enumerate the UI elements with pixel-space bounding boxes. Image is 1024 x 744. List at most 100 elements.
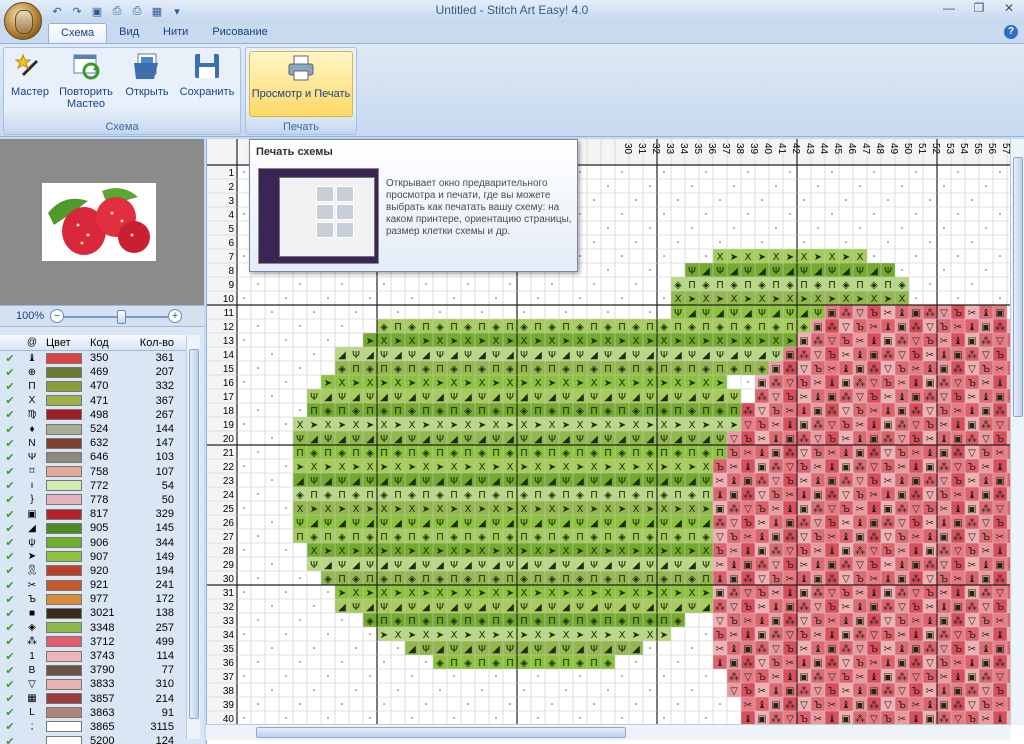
check-icon[interactable]: ✔	[2, 692, 18, 706]
check-icon[interactable]: ✔	[2, 507, 18, 521]
wizard-button[interactable]: Мастер	[8, 50, 52, 116]
color-swatch[interactable]	[46, 663, 82, 677]
check-icon[interactable]: ✔	[2, 734, 18, 744]
check-icon[interactable]: ✔	[2, 635, 18, 649]
table-row[interactable]: ✔ 5200 124	[0, 734, 186, 744]
color-swatch[interactable]	[46, 706, 82, 720]
zoom-slider[interactable]	[64, 316, 168, 318]
table-row[interactable]: ✔ ▽ 3833 310	[0, 677, 186, 691]
table-row[interactable]: ✔ ⊕ 469 207	[0, 365, 186, 379]
repeat-wizard-button[interactable]: Повторить Мастео	[56, 50, 116, 116]
tab-schema[interactable]: Схема	[48, 23, 108, 43]
table-row[interactable]: ✔ ♍ 498 267	[0, 408, 186, 422]
color-swatch[interactable]	[46, 450, 82, 464]
color-swatch[interactable]	[46, 535, 82, 549]
tab-view[interactable]: Вид	[107, 23, 151, 43]
maximize-button[interactable]: ❐	[968, 1, 990, 17]
table-row[interactable]: ✔ N 632 147	[0, 436, 186, 450]
open-button[interactable]: Открыть	[122, 50, 172, 116]
color-swatch[interactable]	[46, 692, 82, 706]
check-icon[interactable]: ✔	[2, 465, 18, 479]
check-icon[interactable]: ✔	[2, 436, 18, 450]
close-button[interactable]: ✕	[998, 1, 1020, 17]
header-symbol[interactable]: @	[22, 335, 42, 350]
scrollbar-thumb[interactable]	[1013, 157, 1023, 417]
check-icon[interactable]: ✔	[2, 578, 18, 592]
color-swatch[interactable]	[46, 479, 82, 493]
chart-horizontal-scrollbar[interactable]	[206, 724, 1011, 740]
table-row[interactable]: ✔ Ъ 977 172	[0, 592, 186, 606]
color-swatch[interactable]	[46, 436, 82, 450]
zoom-in-button[interactable]: +	[168, 309, 182, 323]
color-table-scrollbar[interactable]	[186, 335, 200, 739]
help-icon[interactable]: ?	[1004, 25, 1018, 39]
tab-drawing[interactable]: Рисование	[200, 23, 279, 43]
color-swatch[interactable]	[46, 422, 82, 436]
table-row[interactable]: ✔ ψ 906 344	[0, 535, 186, 550]
table-row[interactable]: ✔ П 470 332	[0, 379, 186, 393]
check-icon[interactable]: ✔	[2, 720, 18, 734]
color-swatch[interactable]	[46, 507, 82, 521]
check-icon[interactable]: ✔	[2, 493, 18, 507]
preview-print-button[interactable]: Просмотр и Печать	[249, 51, 353, 117]
table-row[interactable]: ✔ ◈ 3348 257	[0, 621, 186, 635]
minimize-button[interactable]: —	[938, 1, 960, 17]
color-swatch[interactable]	[46, 734, 82, 744]
color-swatch[interactable]	[46, 649, 82, 663]
table-row[interactable]: ✔ ■ 3021 138	[0, 606, 186, 620]
check-icon[interactable]: ✔	[2, 550, 18, 564]
zoom-out-button[interactable]: −	[50, 309, 64, 323]
check-icon[interactable]: ✔	[2, 450, 18, 464]
color-swatch[interactable]	[46, 592, 82, 606]
scrollbar-thumb[interactable]	[189, 349, 199, 719]
color-swatch[interactable]	[46, 578, 82, 592]
table-row[interactable]: ✔ B 3790 77	[0, 663, 186, 677]
check-icon[interactable]: ✔	[2, 621, 18, 635]
save-button[interactable]: Сохранить	[178, 50, 236, 116]
color-swatch[interactable]	[46, 351, 82, 365]
zoom-slider-thumb[interactable]	[117, 310, 127, 324]
check-icon[interactable]: ✔	[2, 351, 18, 365]
color-swatch[interactable]	[46, 394, 82, 408]
table-row[interactable]: ✔ ♝ 350 361	[0, 351, 186, 365]
table-row[interactable]: ✔ 🎗 920 194	[0, 564, 186, 578]
table-row[interactable]: ✔ ♦ 524 144	[0, 422, 186, 436]
check-icon[interactable]: ✔	[2, 379, 18, 393]
header-color[interactable]: Цвет	[46, 335, 82, 350]
color-swatch[interactable]	[46, 365, 82, 379]
table-row[interactable]: ✔} 778 50	[0, 493, 186, 507]
table-row[interactable]: ✔ L 3863 91	[0, 706, 186, 720]
check-icon[interactable]: ✔	[2, 479, 18, 493]
check-icon[interactable]: ✔	[2, 649, 18, 663]
tab-threads[interactable]: Нити	[151, 23, 200, 43]
color-swatch[interactable]	[46, 621, 82, 635]
app-menu-button[interactable]	[4, 2, 42, 40]
check-icon[interactable]: ✔	[2, 592, 18, 606]
table-row[interactable]: ✔ 1 3743 114	[0, 649, 186, 663]
scrollbar-thumb[interactable]	[256, 727, 626, 738]
check-icon[interactable]: ✔	[2, 564, 18, 578]
check-icon[interactable]: ✔	[2, 521, 18, 535]
table-row[interactable]: ✔ ⁂ 3712 499	[0, 635, 186, 649]
color-swatch[interactable]	[46, 465, 82, 479]
table-row[interactable]: ✔ ⌑ 758 107	[0, 465, 186, 479]
check-icon[interactable]: ✔	[2, 606, 18, 620]
check-icon[interactable]: ✔	[2, 394, 18, 408]
check-icon[interactable]: ✔	[2, 365, 18, 379]
header-code[interactable]: Код	[86, 335, 126, 350]
color-swatch[interactable]	[46, 677, 82, 691]
color-swatch[interactable]	[46, 408, 82, 422]
check-icon[interactable]: ✔	[2, 535, 18, 549]
color-swatch[interactable]	[46, 720, 82, 734]
chart-vertical-scrollbar[interactable]	[1010, 139, 1024, 725]
table-row[interactable]: ✔ ◢ 905 145	[0, 521, 186, 535]
color-swatch[interactable]	[46, 564, 82, 578]
color-swatch[interactable]	[46, 606, 82, 620]
table-row[interactable]: ✔; 3865 3115	[0, 720, 186, 734]
color-swatch[interactable]	[46, 635, 82, 649]
check-icon[interactable]: ✔	[2, 422, 18, 436]
table-row[interactable]: ✔ Ψ 646 103	[0, 450, 186, 464]
table-row[interactable]: ✔ ➤ 907 149	[0, 550, 186, 564]
table-row[interactable]: ✔ ▦ 3857 214	[0, 692, 186, 706]
table-row[interactable]: ✔ X 471 367	[0, 394, 186, 408]
